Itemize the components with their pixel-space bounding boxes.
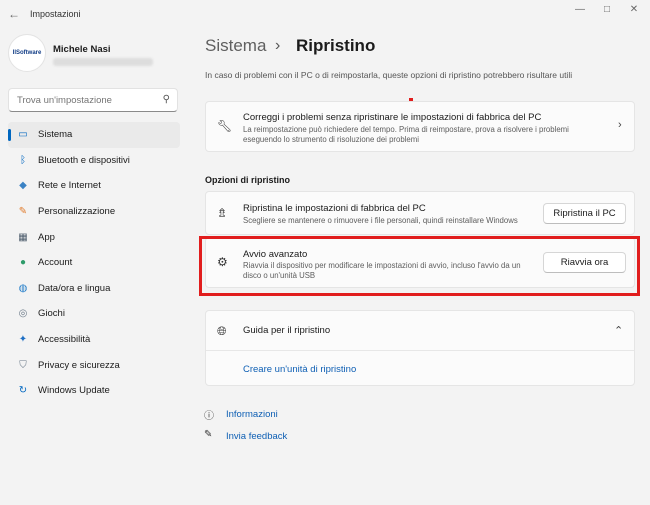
sidebar-item-label: Giochi [38, 308, 65, 320]
sidebar-item-bluetooth[interactable]: ᛒ Bluetooth e dispositivi [8, 148, 180, 174]
person-icon: ● [19, 257, 27, 269]
gamepad-icon: ◎ [18, 308, 28, 320]
sidebar-item-label: Privacy e sicurezza [38, 359, 120, 371]
sidebar-item-label: Sistema [38, 129, 73, 141]
sidebar-item-label: Data/ora e lingua [38, 282, 111, 294]
sidebar-item-app[interactable]: ▦ App [8, 224, 180, 250]
brush-icon: ✎ [18, 206, 28, 218]
sidebar-item-data-ora[interactable]: ◍ Data/ora e lingua [8, 276, 180, 302]
reset-pc-card: ⇯ Ripristina le impostazioni di fabbrica… [205, 191, 635, 235]
search-icon[interactable]: ⚲ [163, 94, 170, 105]
sidebar-item-personalizzazione[interactable]: ✎ Personalizzazione [8, 199, 180, 225]
sidebar-item-windows-update[interactable]: ↻ Windows Update [8, 378, 180, 404]
sidebar-item-label: Windows Update [38, 385, 110, 397]
profile-name: Michele Nasi [53, 44, 111, 55]
page-title: Ripristino [296, 36, 376, 55]
apps-icon: ▦ [18, 231, 28, 243]
sidebar-item-label: App [38, 231, 55, 243]
troubleshoot-subtitle: La reimpostazione può richiedere del tem… [243, 125, 569, 144]
accessibility-icon: ✦ [18, 334, 28, 346]
sidebar-item-accessibilita[interactable]: ✦ Accessibilità [8, 327, 180, 353]
shield-icon: ⛉ [19, 359, 27, 371]
reset-pc-button[interactable]: Ripristina il PC [543, 203, 626, 224]
recovery-guide-title: Guida per il ripristino [243, 325, 331, 336]
globe-clock-icon: ◍ [18, 282, 28, 294]
recovery-guide-card: 🌐︎ Guida per il ripristino ⌃ Creare un'u… [205, 310, 635, 386]
info-link[interactable]: Informazioni [226, 409, 278, 420]
search-input[interactable] [9, 89, 149, 111]
sidebar-item-label: Account [38, 257, 73, 269]
sidebar-item-label: Bluetooth e dispositivi [38, 154, 130, 166]
feedback-icon: ✎ [204, 429, 213, 440]
sidebar-item-account[interactable]: ● Account [8, 250, 180, 276]
breadcrumb-sistema[interactable]: Sistema [205, 36, 266, 56]
profile-email-redacted [53, 58, 153, 66]
sidebar-item-sistema[interactable]: ▭ Sistema [8, 122, 180, 148]
sidebar-item-label: Rete e Internet [38, 180, 101, 192]
search-box[interactable]: ⚲ [8, 88, 178, 112]
troubleshoot-title: Correggi i problemi senza ripristinare l… [243, 112, 542, 123]
reset-subtitle: Scegliere se mantenere o rimuovere i fil… [243, 216, 518, 225]
monitor-icon: ▭ [18, 129, 28, 141]
breadcrumb-separator: › [275, 37, 281, 54]
wrench-icon: 🔧︎ [217, 119, 233, 133]
bluetooth-icon: ᛒ [20, 154, 26, 166]
sidebar-item-rete[interactable]: ◆ Rete e Internet [8, 173, 180, 199]
recovery-guide-header[interactable]: 🌐︎ Guida per il ripristino ⌃ [206, 311, 634, 351]
wifi-icon: ◆ [19, 180, 27, 192]
sidebar-item-giochi[interactable]: ◎ Giochi [8, 301, 180, 327]
sidebar-nav: ▭ Sistema ᛒ Bluetooth e dispositivi ◆ Re… [8, 122, 180, 404]
avatar[interactable]: IlSoftware [8, 34, 46, 72]
page-description: In caso di problemi con il PC o di reimp… [205, 70, 573, 80]
globe-icon: 🌐︎ [217, 324, 227, 338]
avatar-logo-text: IlSoftware [12, 50, 42, 56]
recovery-options-heading: Opzioni di ripristino [205, 175, 290, 185]
back-arrow-icon[interactable]: ← [8, 7, 20, 21]
info-icon: ⓘ [204, 411, 214, 422]
feedback-link[interactable]: Invia feedback [226, 431, 287, 442]
chevron-up-icon[interactable]: ⌃ [614, 324, 623, 337]
maximize-button[interactable]: □ [597, 4, 617, 15]
sidebar-item-label: Accessibilità [38, 334, 91, 346]
sidebar-item-label: Personalizzazione [38, 206, 116, 218]
reset-title: Ripristina le impostazioni di fabbrica d… [243, 203, 426, 214]
title-bar: ← Impostazioni — □ ✕ [0, 0, 650, 28]
app-title: Impostazioni [30, 9, 81, 19]
close-button[interactable]: ✕ [624, 4, 644, 15]
red-highlight-box [199, 236, 640, 296]
update-icon: ↻ [18, 385, 28, 397]
chevron-right-icon: › [618, 119, 622, 131]
create-recovery-drive-link[interactable]: Creare un'unità di ripristino [243, 364, 356, 375]
sidebar-item-privacy[interactable]: ⛉ Privacy e sicurezza [8, 352, 180, 378]
minimize-button[interactable]: — [570, 4, 590, 15]
troubleshoot-card[interactable]: 🔧︎ Correggi i problemi senza ripristinar… [205, 101, 635, 152]
reset-pc-icon: ⇯ [217, 206, 228, 220]
